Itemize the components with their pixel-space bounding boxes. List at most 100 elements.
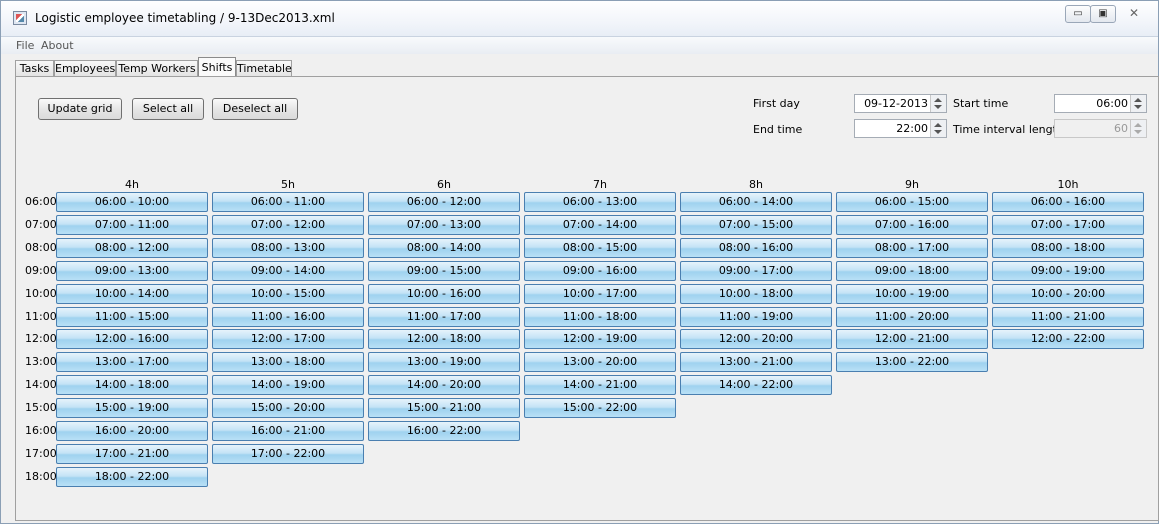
row-header: 08:00 xyxy=(25,241,57,254)
interval-label: Time interval length xyxy=(953,123,1064,136)
tab-timetable[interactable]: Timetable xyxy=(236,60,292,76)
end-time-spinner[interactable]: 22:00 xyxy=(854,119,947,138)
shift-toggle-button[interactable]: 10:00 - 19:00 xyxy=(836,284,988,304)
shift-toggle-button[interactable]: 13:00 - 20:00 xyxy=(524,352,676,372)
deselect-all-button[interactable]: Deselect all xyxy=(212,98,298,120)
shift-toggle-button[interactable]: 07:00 - 16:00 xyxy=(836,215,988,235)
shift-toggle-button[interactable]: 11:00 - 15:00 xyxy=(56,307,208,327)
column-header: 6h xyxy=(437,178,451,191)
tab-tasks[interactable]: Tasks xyxy=(15,60,54,76)
shift-toggle-button[interactable]: 07:00 - 13:00 xyxy=(368,215,520,235)
shift-toggle-button[interactable]: 07:00 - 17:00 xyxy=(992,215,1144,235)
shift-toggle-button[interactable]: 15:00 - 21:00 xyxy=(368,398,520,418)
tab-employees[interactable]: Employees xyxy=(54,60,116,76)
shift-toggle-button[interactable]: 14:00 - 19:00 xyxy=(212,375,364,395)
shift-toggle-button[interactable]: 12:00 - 20:00 xyxy=(680,329,832,349)
shift-toggle-button[interactable]: 11:00 - 20:00 xyxy=(836,307,988,327)
shift-toggle-button[interactable]: 06:00 - 10:00 xyxy=(56,192,208,212)
update-grid-button[interactable]: Update grid xyxy=(38,98,122,120)
shift-toggle-button[interactable]: 09:00 - 13:00 xyxy=(56,261,208,281)
shift-toggle-button[interactable]: 09:00 - 16:00 xyxy=(524,261,676,281)
column-header: 9h xyxy=(905,178,919,191)
shift-toggle-button[interactable]: 09:00 - 19:00 xyxy=(992,261,1144,281)
shift-toggle-button[interactable]: 09:00 - 15:00 xyxy=(368,261,520,281)
shift-toggle-button[interactable]: 13:00 - 17:00 xyxy=(56,352,208,372)
shift-toggle-button[interactable]: 18:00 - 22:00 xyxy=(56,467,208,487)
shift-toggle-button[interactable]: 06:00 - 11:00 xyxy=(212,192,364,212)
shift-toggle-button[interactable]: 08:00 - 12:00 xyxy=(56,238,208,258)
shift-toggle-button[interactable]: 09:00 - 17:00 xyxy=(680,261,832,281)
shift-toggle-button[interactable]: 12:00 - 16:00 xyxy=(56,329,208,349)
row-header: 17:00 xyxy=(25,447,57,460)
menu-bar: File About xyxy=(1,37,1158,54)
shift-toggle-button[interactable]: 07:00 - 11:00 xyxy=(56,215,208,235)
shift-toggle-button[interactable]: 13:00 - 19:00 xyxy=(368,352,520,372)
shift-toggle-button[interactable]: 08:00 - 13:00 xyxy=(212,238,364,258)
shift-toggle-button[interactable]: 08:00 - 17:00 xyxy=(836,238,988,258)
shift-toggle-button[interactable]: 16:00 - 21:00 xyxy=(212,421,364,441)
shift-toggle-button[interactable]: 10:00 - 20:00 xyxy=(992,284,1144,304)
shift-toggle-button[interactable]: 15:00 - 19:00 xyxy=(56,398,208,418)
shift-toggle-button[interactable]: 14:00 - 20:00 xyxy=(368,375,520,395)
maximize-button[interactable]: ▣ xyxy=(1090,5,1116,23)
select-all-button[interactable]: Select all xyxy=(132,98,204,120)
tab-shifts[interactable]: Shifts xyxy=(198,57,236,77)
shift-toggle-button[interactable]: 10:00 - 16:00 xyxy=(368,284,520,304)
shift-toggle-button[interactable]: 06:00 - 13:00 xyxy=(524,192,676,212)
column-header: 7h xyxy=(593,178,607,191)
row-header: 06:00 xyxy=(25,195,57,208)
shift-toggle-button[interactable]: 12:00 - 18:00 xyxy=(368,329,520,349)
close-button[interactable]: ✕ xyxy=(1118,5,1150,23)
shift-toggle-button[interactable]: 08:00 - 15:00 xyxy=(524,238,676,258)
shift-toggle-button[interactable]: 06:00 - 16:00 xyxy=(992,192,1144,212)
shift-toggle-button[interactable]: 08:00 - 18:00 xyxy=(992,238,1144,258)
shift-toggle-button[interactable]: 16:00 - 22:00 xyxy=(368,421,520,441)
shift-toggle-button[interactable]: 06:00 - 15:00 xyxy=(836,192,988,212)
shift-toggle-button[interactable]: 12:00 - 22:00 xyxy=(992,329,1144,349)
tab-temp-workers[interactable]: Temp Workers xyxy=(116,60,198,76)
shift-toggle-button[interactable]: 07:00 - 14:00 xyxy=(524,215,676,235)
shift-toggle-button[interactable]: 14:00 - 18:00 xyxy=(56,375,208,395)
minimize-button[interactable]: ▭ xyxy=(1065,5,1091,23)
shift-toggle-button[interactable]: 07:00 - 15:00 xyxy=(680,215,832,235)
shift-toggle-button[interactable]: 10:00 - 17:00 xyxy=(524,284,676,304)
shift-toggle-button[interactable]: 09:00 - 18:00 xyxy=(836,261,988,281)
shift-toggle-button[interactable]: 08:00 - 16:00 xyxy=(680,238,832,258)
shift-toggle-button[interactable]: 12:00 - 21:00 xyxy=(836,329,988,349)
start-time-value: 06:00 xyxy=(1096,97,1128,110)
shift-toggle-button[interactable]: 11:00 - 16:00 xyxy=(212,307,364,327)
shift-toggle-button[interactable]: 10:00 - 15:00 xyxy=(212,284,364,304)
shift-toggle-button[interactable]: 09:00 - 14:00 xyxy=(212,261,364,281)
menu-file[interactable]: File xyxy=(16,39,34,52)
shift-toggle-button[interactable]: 10:00 - 14:00 xyxy=(56,284,208,304)
shift-toggle-button[interactable]: 17:00 - 22:00 xyxy=(212,444,364,464)
shift-toggle-button[interactable]: 06:00 - 12:00 xyxy=(368,192,520,212)
spinner-arrows-icon[interactable] xyxy=(930,120,946,137)
shift-toggle-button[interactable]: 16:00 - 20:00 xyxy=(56,421,208,441)
first-day-spinner[interactable]: 09-12-2013 xyxy=(854,94,947,113)
shift-toggle-button[interactable]: 10:00 - 18:00 xyxy=(680,284,832,304)
menu-about[interactable]: About xyxy=(41,39,74,52)
shift-toggle-button[interactable]: 13:00 - 22:00 xyxy=(836,352,988,372)
shift-toggle-button[interactable]: 11:00 - 17:00 xyxy=(368,307,520,327)
shift-toggle-button[interactable]: 17:00 - 21:00 xyxy=(56,444,208,464)
shift-toggle-button[interactable]: 15:00 - 22:00 xyxy=(524,398,676,418)
spinner-arrows-icon[interactable] xyxy=(1130,95,1146,112)
shift-toggle-button[interactable]: 11:00 - 18:00 xyxy=(524,307,676,327)
shift-toggle-button[interactable]: 12:00 - 19:00 xyxy=(524,329,676,349)
shift-toggle-button[interactable]: 07:00 - 12:00 xyxy=(212,215,364,235)
shift-toggle-button[interactable]: 06:00 - 14:00 xyxy=(680,192,832,212)
shift-toggle-button[interactable]: 12:00 - 17:00 xyxy=(212,329,364,349)
shift-toggle-button[interactable]: 08:00 - 14:00 xyxy=(368,238,520,258)
shift-toggle-button[interactable]: 11:00 - 21:00 xyxy=(992,307,1144,327)
row-header: 12:00 xyxy=(25,332,57,345)
shift-toggle-button[interactable]: 13:00 - 18:00 xyxy=(212,352,364,372)
shift-toggle-button[interactable]: 13:00 - 21:00 xyxy=(680,352,832,372)
spinner-arrows-icon[interactable] xyxy=(930,95,946,112)
shift-toggle-button[interactable]: 14:00 - 21:00 xyxy=(524,375,676,395)
shift-toggle-button[interactable]: 14:00 - 22:00 xyxy=(680,375,832,395)
start-time-spinner[interactable]: 06:00 xyxy=(1054,94,1147,113)
shift-toggle-button[interactable]: 11:00 - 19:00 xyxy=(680,307,832,327)
shift-toggle-button[interactable]: 15:00 - 20:00 xyxy=(212,398,364,418)
column-header: 10h xyxy=(1057,178,1079,191)
